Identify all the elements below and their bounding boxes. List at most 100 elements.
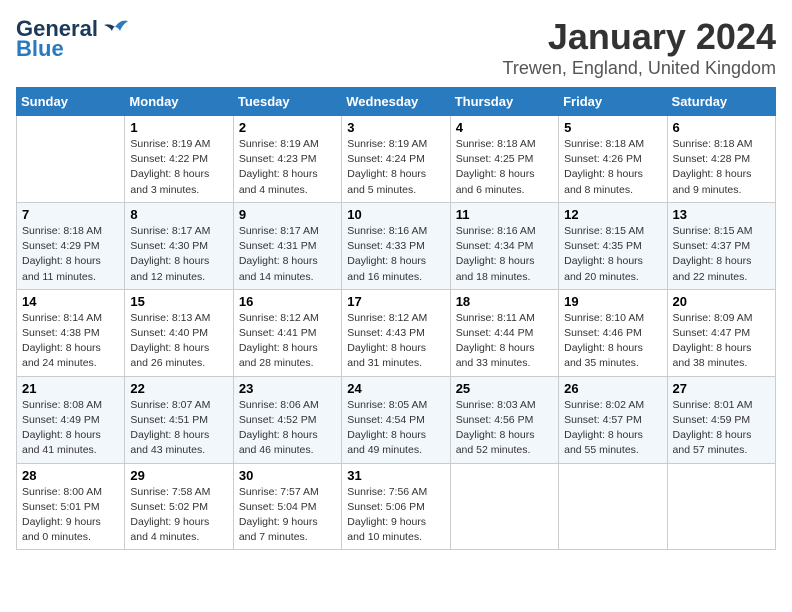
calendar-cell: 18 Sunrise: 8:11 AM Sunset: 4:44 PM Dayli… (450, 289, 558, 376)
day-number: 18 (456, 294, 553, 309)
day-info: Sunrise: 8:08 AM Sunset: 4:49 PM Dayligh… (22, 398, 119, 459)
day-number: 10 (347, 207, 444, 222)
day-number: 11 (456, 207, 553, 222)
day-info: Sunrise: 8:18 AM Sunset: 4:25 PM Dayligh… (456, 137, 553, 198)
calendar-week-row: 1 Sunrise: 8:19 AM Sunset: 4:22 PM Daylig… (17, 116, 776, 203)
calendar-cell: 28Sunrise: 8:00 AM Sunset: 5:01 PM Dayli… (17, 463, 125, 550)
page-header: General Blue January 2024 Trewen, Englan… (16, 16, 776, 79)
logo-text-blue: Blue (16, 36, 64, 62)
calendar-cell: 25 Sunrise: 8:03 AM Sunset: 4:56 PM Dayli… (450, 376, 558, 463)
day-number: 13 (673, 207, 770, 222)
day-info: Sunrise: 8:17 AM Sunset: 4:30 PM Dayligh… (130, 224, 227, 285)
title-area: January 2024 Trewen, England, United Kin… (503, 16, 777, 79)
calendar-cell: 14 Sunrise: 8:14 AM Sunset: 4:38 PM Dayli… (17, 289, 125, 376)
calendar-cell: 9 Sunrise: 8:17 AM Sunset: 4:31 PM Daylig… (233, 202, 341, 289)
day-number: 23 (239, 381, 336, 396)
day-info: Sunrise: 8:12 AM Sunset: 4:43 PM Dayligh… (347, 311, 444, 372)
day-number: 9 (239, 207, 336, 222)
day-info: Sunrise: 8:15 AM Sunset: 4:35 PM Dayligh… (564, 224, 661, 285)
calendar-cell: 22 Sunrise: 8:07 AM Sunset: 4:51 PM Dayli… (125, 376, 233, 463)
calendar-cell: 23 Sunrise: 8:06 AM Sunset: 4:52 PM Dayli… (233, 376, 341, 463)
calendar-cell: 16Sunrise: 8:12 AM Sunset: 4:41 PM Dayli… (233, 289, 341, 376)
calendar-table: SundayMondayTuesdayWednesdayThursdayFrid… (16, 87, 776, 550)
day-number: 25 (456, 381, 553, 396)
day-info: Sunrise: 8:02 AM Sunset: 4:57 PM Dayligh… (564, 398, 661, 459)
day-info: Sunrise: 8:11 AM Sunset: 4:44 PM Dayligh… (456, 311, 553, 372)
day-info: Sunrise: 8:06 AM Sunset: 4:52 PM Dayligh… (239, 398, 336, 459)
day-number: 8 (130, 207, 227, 222)
day-info: Sunrise: 7:58 AM Sunset: 5:02 PM Dayligh… (130, 485, 227, 546)
day-info: Sunrise: 8:12 AM Sunset: 4:41 PM Dayligh… (239, 311, 336, 372)
day-number: 5 (564, 120, 661, 135)
day-number: 29 (130, 468, 227, 483)
day-number: 19 (564, 294, 661, 309)
calendar-cell: 8 Sunrise: 8:17 AM Sunset: 4:30 PM Daylig… (125, 202, 233, 289)
day-number: 31 (347, 468, 444, 483)
calendar-cell: 26 Sunrise: 8:02 AM Sunset: 4:57 PM Dayli… (559, 376, 667, 463)
day-info: Sunrise: 8:14 AM Sunset: 4:38 PM Dayligh… (22, 311, 119, 372)
day-info: Sunrise: 8:13 AM Sunset: 4:40 PM Dayligh… (130, 311, 227, 372)
calendar-cell: 17 Sunrise: 8:12 AM Sunset: 4:43 PM Dayli… (342, 289, 450, 376)
day-number: 3 (347, 120, 444, 135)
day-number: 30 (239, 468, 336, 483)
day-number: 2 (239, 120, 336, 135)
weekday-header-friday: Friday (559, 88, 667, 116)
day-info: Sunrise: 8:10 AM Sunset: 4:46 PM Dayligh… (564, 311, 661, 372)
calendar-cell (450, 463, 558, 550)
day-number: 17 (347, 294, 444, 309)
calendar-cell: 15 Sunrise: 8:13 AM Sunset: 4:40 PM Dayli… (125, 289, 233, 376)
weekday-header-saturday: Saturday (667, 88, 775, 116)
weekday-header-row: SundayMondayTuesdayWednesdayThursdayFrid… (17, 88, 776, 116)
day-info: Sunrise: 8:00 AM Sunset: 5:01 PM Dayligh… (22, 485, 119, 546)
day-info: Sunrise: 8:16 AM Sunset: 4:34 PM Dayligh… (456, 224, 553, 285)
day-info: Sunrise: 8:01 AM Sunset: 4:59 PM Dayligh… (673, 398, 770, 459)
day-number: 1 (130, 120, 227, 135)
day-number: 20 (673, 294, 770, 309)
day-number: 15 (130, 294, 227, 309)
calendar-cell: 3 Sunrise: 8:19 AM Sunset: 4:24 PM Daylig… (342, 116, 450, 203)
logo-bird-icon (100, 17, 130, 39)
day-number: 7 (22, 207, 119, 222)
day-info: Sunrise: 7:57 AM Sunset: 5:04 PM Dayligh… (239, 485, 336, 546)
calendar-week-row: 14 Sunrise: 8:14 AM Sunset: 4:38 PM Dayli… (17, 289, 776, 376)
calendar-cell: 5Sunrise: 8:18 AM Sunset: 4:26 PM Daylig… (559, 116, 667, 203)
calendar-cell: 19 Sunrise: 8:10 AM Sunset: 4:46 PM Dayli… (559, 289, 667, 376)
day-number: 12 (564, 207, 661, 222)
weekday-header-sunday: Sunday (17, 88, 125, 116)
day-number: 24 (347, 381, 444, 396)
day-info: Sunrise: 8:19 AM Sunset: 4:22 PM Dayligh… (130, 137, 227, 198)
day-info: Sunrise: 8:17 AM Sunset: 4:31 PM Dayligh… (239, 224, 336, 285)
day-info: Sunrise: 8:07 AM Sunset: 4:51 PM Dayligh… (130, 398, 227, 459)
calendar-cell: 6Sunrise: 8:18 AM Sunset: 4:28 PM Daylig… (667, 116, 775, 203)
calendar-cell: 29 Sunrise: 7:58 AM Sunset: 5:02 PM Dayli… (125, 463, 233, 550)
calendar-title: January 2024 (503, 16, 777, 58)
day-number: 4 (456, 120, 553, 135)
calendar-cell: 21Sunrise: 8:08 AM Sunset: 4:49 PM Dayli… (17, 376, 125, 463)
day-info: Sunrise: 8:03 AM Sunset: 4:56 PM Dayligh… (456, 398, 553, 459)
day-info: Sunrise: 8:18 AM Sunset: 4:29 PM Dayligh… (22, 224, 119, 285)
day-info: Sunrise: 8:15 AM Sunset: 4:37 PM Dayligh… (673, 224, 770, 285)
day-number: 26 (564, 381, 661, 396)
calendar-cell (667, 463, 775, 550)
weekday-header-wednesday: Wednesday (342, 88, 450, 116)
calendar-cell: 24 Sunrise: 8:05 AM Sunset: 4:54 PM Dayli… (342, 376, 450, 463)
day-info: Sunrise: 8:18 AM Sunset: 4:28 PM Dayligh… (673, 137, 770, 198)
calendar-cell: 30 Sunrise: 7:57 AM Sunset: 5:04 PM Dayli… (233, 463, 341, 550)
day-info: Sunrise: 8:09 AM Sunset: 4:47 PM Dayligh… (673, 311, 770, 372)
calendar-cell: 31Sunrise: 7:56 AM Sunset: 5:06 PM Dayli… (342, 463, 450, 550)
day-number: 14 (22, 294, 119, 309)
day-info: Sunrise: 8:19 AM Sunset: 4:24 PM Dayligh… (347, 137, 444, 198)
day-info: Sunrise: 8:16 AM Sunset: 4:33 PM Dayligh… (347, 224, 444, 285)
calendar-cell: 10 Sunrise: 8:16 AM Sunset: 4:33 PM Dayli… (342, 202, 450, 289)
weekday-header-thursday: Thursday (450, 88, 558, 116)
calendar-subtitle: Trewen, England, United Kingdom (503, 58, 777, 79)
calendar-week-row: 21Sunrise: 8:08 AM Sunset: 4:49 PM Dayli… (17, 376, 776, 463)
weekday-header-tuesday: Tuesday (233, 88, 341, 116)
day-number: 22 (130, 381, 227, 396)
calendar-cell: 11 Sunrise: 8:16 AM Sunset: 4:34 PM Dayli… (450, 202, 558, 289)
calendar-cell: 27 Sunrise: 8:01 AM Sunset: 4:59 PM Dayli… (667, 376, 775, 463)
day-info: Sunrise: 8:05 AM Sunset: 4:54 PM Dayligh… (347, 398, 444, 459)
day-number: 27 (673, 381, 770, 396)
calendar-cell: 1 Sunrise: 8:19 AM Sunset: 4:22 PM Daylig… (125, 116, 233, 203)
calendar-cell: 7 Sunrise: 8:18 AM Sunset: 4:29 PM Daylig… (17, 202, 125, 289)
